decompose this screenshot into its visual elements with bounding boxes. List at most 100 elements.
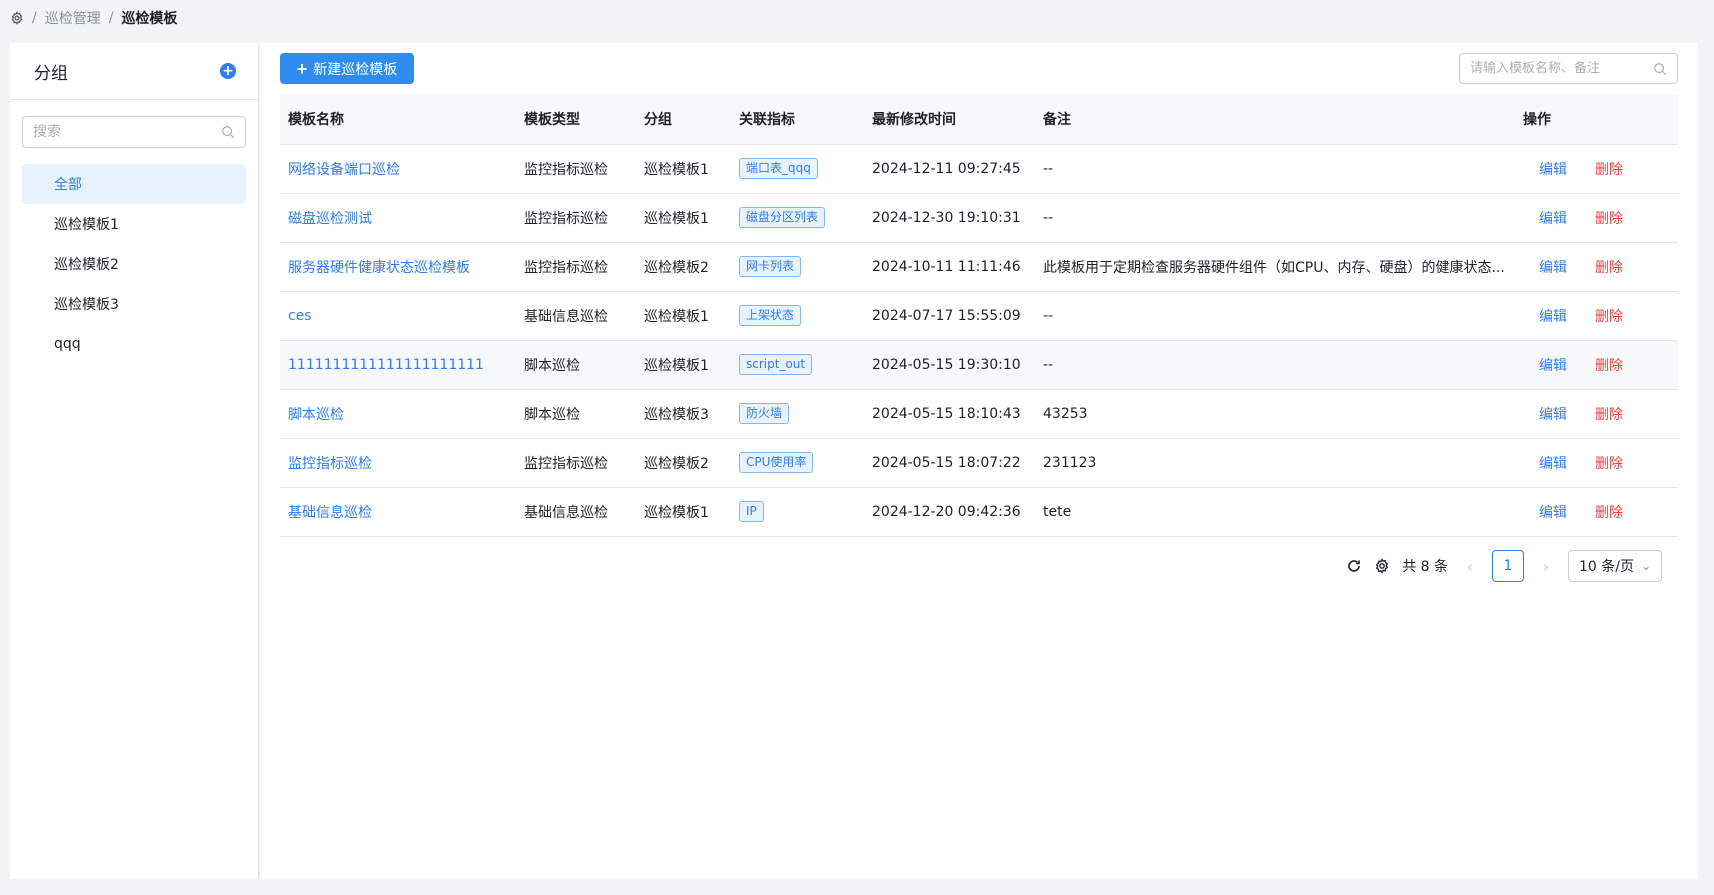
- delete-button[interactable]: 删除: [1595, 407, 1623, 423]
- metric-tag: 上架状态: [739, 305, 802, 326]
- table-header-row: 模板名称 模板类型 分组 关联指标 最新修改时间 备注 操作: [280, 95, 1678, 145]
- cell-modified-time: 2024-07-17 15:55:09: [864, 291, 1035, 341]
- cell-remark: 43253: [1035, 389, 1515, 439]
- cell-type: 监控指标巡检: [516, 193, 636, 243]
- cell-metric: CPU使用率: [731, 438, 864, 488]
- group-item-template3[interactable]: 巡检模板3: [22, 284, 246, 324]
- edit-button[interactable]: 编辑: [1539, 456, 1567, 472]
- search-icon[interactable]: [1653, 62, 1667, 76]
- group-list: 全部 巡检模板1 巡检模板2 巡检模板3 qqq: [10, 164, 258, 364]
- column-header-name: 模板名称: [280, 95, 516, 145]
- metric-tag: IP: [739, 501, 764, 522]
- group-item-qqq[interactable]: qqq: [22, 324, 246, 364]
- edit-button[interactable]: 编辑: [1539, 211, 1567, 227]
- template-name-link[interactable]: 监控指标巡检: [288, 456, 372, 472]
- cell-group: 巡检模板1: [636, 340, 731, 390]
- edit-button[interactable]: 编辑: [1539, 505, 1567, 521]
- cell-group: 巡检模板2: [636, 438, 731, 488]
- group-sidebar: 分组 + 全部 巡检模板1 巡检模板2 巡检模板3 qqq: [10, 43, 259, 879]
- settings-icon[interactable]: [1374, 558, 1390, 574]
- cell-group: 巡检模板3: [636, 389, 731, 439]
- template-name-link[interactable]: 1111111111111111111111: [288, 357, 484, 373]
- breadcrumb-item-current: 巡检模板: [121, 11, 178, 27]
- cell-name: 脚本巡检: [280, 389, 516, 439]
- cell-remark: 此模板用于定期检查服务器硬件组件（如CPU、内存、硬盘）的健康状态...: [1035, 242, 1515, 292]
- page-size-select[interactable]: 10 条/页 ⌄: [1568, 550, 1662, 582]
- cell-type: 脚本巡检: [516, 389, 636, 439]
- template-name-link[interactable]: 磁盘巡检测试: [288, 211, 372, 227]
- table-row: 网络设备端口巡检 监控指标巡检 巡检模板1 端口表_qqq 2024-12-11 09:…: [280, 144, 1678, 194]
- template-search-input[interactable]: [1470, 61, 1653, 76]
- cell-remark: tete: [1035, 487, 1515, 537]
- column-header-group: 分组: [636, 95, 731, 145]
- refresh-icon[interactable]: [1346, 558, 1362, 574]
- cell-group: 巡检模板1: [636, 193, 731, 243]
- cell-remark: --: [1035, 340, 1515, 390]
- cell-name: 基础信息巡检: [280, 487, 516, 537]
- edit-button[interactable]: 编辑: [1539, 358, 1567, 374]
- cell-actions: 编辑 删除: [1515, 291, 1678, 341]
- delete-button[interactable]: 删除: [1595, 358, 1623, 374]
- cell-actions: 编辑 删除: [1515, 144, 1678, 194]
- cell-name: 网络设备端口巡检: [280, 144, 516, 194]
- cell-metric: 防火墙: [731, 389, 864, 439]
- group-search-box: [22, 116, 246, 148]
- delete-button[interactable]: 删除: [1595, 505, 1623, 521]
- cell-metric: IP: [731, 487, 864, 537]
- table-row: 服务器硬件健康状态巡检模板 监控指标巡检 巡检模板2 网卡列表 2024-10-11 1…: [280, 242, 1678, 292]
- delete-button[interactable]: 删除: [1595, 162, 1623, 178]
- cell-type: 基础信息巡检: [516, 291, 636, 341]
- plus-circle-icon[interactable]: +: [220, 63, 236, 79]
- next-page-icon[interactable]: ›: [1536, 557, 1556, 576]
- column-header-type: 模板类型: [516, 95, 636, 145]
- new-template-button[interactable]: + 新建巡检模板: [280, 53, 414, 84]
- cell-name: 服务器硬件健康状态巡检模板: [280, 242, 516, 292]
- cell-group: 巡检模板1: [636, 144, 731, 194]
- table-row: ces 基础信息巡检 巡检模板1 上架状态 2024-07-17 15:55:09 -- 编…: [280, 291, 1678, 341]
- edit-button[interactable]: 编辑: [1539, 162, 1567, 178]
- column-header-actions: 操作: [1515, 95, 1678, 145]
- edit-button[interactable]: 编辑: [1539, 309, 1567, 325]
- template-name-link[interactable]: ces: [288, 308, 312, 324]
- metric-tag: 防火墙: [739, 403, 790, 424]
- plus-icon: +: [296, 58, 308, 79]
- cell-metric: 磁盘分区列表: [731, 193, 864, 243]
- delete-button[interactable]: 删除: [1595, 211, 1623, 227]
- cell-modified-time: 2024-05-15 19:30:10: [864, 340, 1035, 390]
- edit-button[interactable]: 编辑: [1539, 260, 1567, 276]
- group-item-all[interactable]: 全部: [22, 164, 246, 204]
- chevron-down-icon: ⌄: [1640, 559, 1651, 573]
- delete-button[interactable]: 删除: [1595, 260, 1623, 276]
- breadcrumb-item-inspection-management[interactable]: 巡检管理: [45, 8, 101, 28]
- delete-button[interactable]: 删除: [1595, 456, 1623, 472]
- table-row: 磁盘巡检测试 监控指标巡检 巡检模板1 磁盘分区列表 2024-12-30 19:10:…: [280, 193, 1678, 243]
- search-icon[interactable]: [221, 125, 235, 139]
- table-row: 脚本巡检 脚本巡检 巡检模板3 防火墙 2024-05-15 18:10:43 43253…: [280, 389, 1678, 439]
- cell-modified-time: 2024-12-20 09:42:36: [864, 487, 1035, 537]
- cell-actions: 编辑 删除: [1515, 487, 1678, 537]
- cell-modified-time: 2024-10-11 11:11:46: [864, 242, 1035, 292]
- table-row: 1111111111111111111111 脚本巡检 巡检模板1 script_ou…: [280, 340, 1678, 390]
- template-name-link[interactable]: 服务器硬件健康状态巡检模板: [288, 260, 470, 276]
- cell-remark: 231123: [1035, 438, 1515, 488]
- prev-page-icon[interactable]: ‹: [1460, 557, 1480, 576]
- group-item-template2[interactable]: 巡检模板2: [22, 244, 246, 284]
- cell-type: 监控指标巡检: [516, 144, 636, 194]
- metric-tag: CPU使用率: [739, 452, 814, 473]
- group-item-template1[interactable]: 巡检模板1: [22, 204, 246, 244]
- template-name-link[interactable]: 脚本巡检: [288, 407, 344, 423]
- table-row: 监控指标巡检 监控指标巡检 巡检模板2 CPU使用率 2024-05-15 18:07:…: [280, 438, 1678, 488]
- sidebar-header: 分组 +: [10, 43, 258, 100]
- group-search-input[interactable]: [33, 124, 221, 140]
- edit-button[interactable]: 编辑: [1539, 407, 1567, 423]
- delete-button[interactable]: 删除: [1595, 309, 1623, 325]
- template-table: 模板名称 模板类型 分组 关联指标 最新修改时间 备注 操作 网络设备端口巡检监…: [280, 95, 1678, 537]
- page-number-button[interactable]: 1: [1492, 550, 1524, 582]
- column-header-remark: 备注: [1035, 95, 1515, 145]
- settings-gear-icon[interactable]: [10, 11, 24, 25]
- template-name-link[interactable]: 基础信息巡检: [288, 505, 372, 521]
- total-count: 共 8 条: [1402, 559, 1448, 575]
- new-template-label: 新建巡检模板: [313, 60, 398, 77]
- template-name-link[interactable]: 网络设备端口巡检: [288, 162, 400, 178]
- metric-tag: 端口表_qqq: [739, 158, 818, 179]
